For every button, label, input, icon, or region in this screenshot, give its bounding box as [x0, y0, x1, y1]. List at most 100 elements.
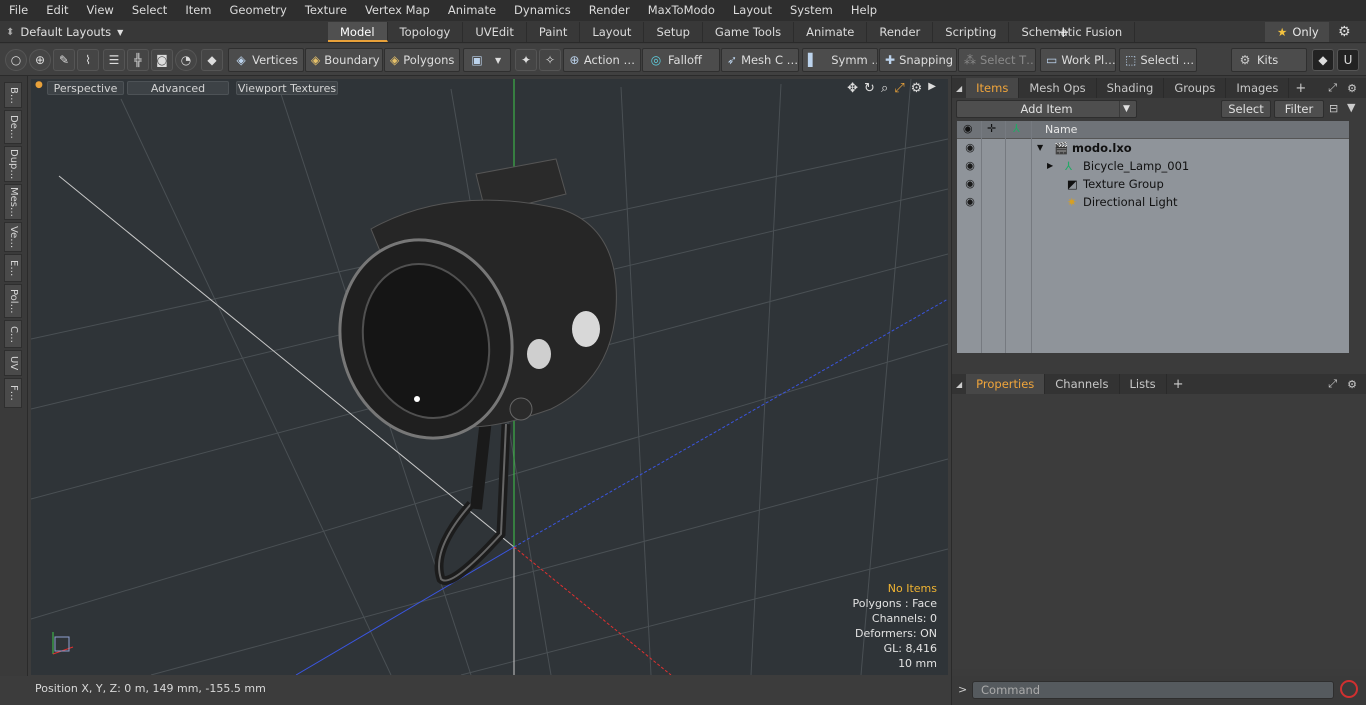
menu-animate[interactable]: Animate	[439, 0, 505, 21]
left-tab-mesh-edit[interactable]: Mes…	[4, 184, 22, 220]
menu-vertex-map[interactable]: Vertex Map	[356, 0, 439, 21]
filter-button[interactable]: Filter	[1274, 100, 1324, 118]
tab-topology[interactable]: Topology	[388, 22, 464, 42]
left-tab-uv[interactable]: UV	[4, 350, 22, 376]
tree-row-light[interactable]: ◉ ✷ Directional Light	[957, 193, 1349, 211]
unreal-icon[interactable]: U	[1337, 49, 1359, 71]
mesh-constraint-button[interactable]: ➶ Mesh C …	[721, 48, 799, 72]
advanced-button[interactable]: Advanced	[127, 81, 229, 95]
add-panel-tab-icon[interactable]: +	[1289, 81, 1312, 96]
tab-render[interactable]: Render	[867, 22, 934, 42]
menu-texture[interactable]: Texture	[296, 0, 356, 21]
eye-icon[interactable]: ◉	[963, 139, 977, 157]
tab-shading[interactable]: Shading	[1097, 78, 1165, 98]
select-button[interactable]: Select	[1221, 100, 1271, 118]
tab-images[interactable]: Images	[1226, 78, 1290, 98]
menu-edit[interactable]: Edit	[37, 0, 77, 21]
tab-lists[interactable]: Lists	[1120, 374, 1167, 394]
record-icon[interactable]	[1340, 680, 1358, 698]
tab-mesh-ops[interactable]: Mesh Ops	[1019, 78, 1097, 98]
hierarchy-icon[interactable]: ☰	[103, 49, 125, 71]
left-tab-vertex[interactable]: Ve…	[4, 222, 22, 252]
expand-icon[interactable]: ⤢	[1328, 81, 1337, 95]
tab-items[interactable]: Items	[966, 78, 1020, 98]
paint-icon[interactable]: ✧	[539, 49, 561, 71]
menu-dynamics[interactable]: Dynamics	[505, 0, 580, 21]
menu-system[interactable]: System	[781, 0, 842, 21]
tab-uvedit[interactable]: UVEdit	[463, 22, 527, 42]
chevron-down-icon[interactable]: ▼	[1037, 139, 1043, 157]
menu-view[interactable]: View	[78, 0, 123, 21]
item-mode-icon[interactable]: ◆	[201, 49, 223, 71]
left-tab-basic[interactable]: B…	[4, 82, 22, 108]
menu-file[interactable]: File	[0, 0, 37, 21]
tab-model[interactable]: Model	[328, 22, 388, 42]
bicycle-lamp-model[interactable]	[318, 158, 617, 585]
panel-gear-icon[interactable]: ⚙	[1347, 378, 1357, 391]
gear-icon[interactable]: ⚙	[1338, 22, 1351, 42]
symmetry-button[interactable]: ▌ Symm …	[802, 48, 878, 72]
tab-game-tools[interactable]: Game Tools	[703, 22, 795, 42]
kits-button[interactable]: ⚙ Kits	[1231, 48, 1307, 72]
name-column-header[interactable]: Name	[1045, 123, 1077, 136]
funnel-icon[interactable]: ▼	[1347, 101, 1355, 114]
falloff-button[interactable]: ◎ Falloff	[642, 48, 720, 72]
play-icon[interactable]: ▶	[928, 81, 936, 96]
command-input[interactable]: Command	[972, 681, 1334, 699]
center-icon[interactable]: ╬	[127, 49, 149, 71]
panel-gear-icon[interactable]: ⚙	[1347, 82, 1357, 95]
tab-groups[interactable]: Groups	[1164, 78, 1227, 98]
move-icon[interactable]: ✥	[847, 81, 858, 96]
snapping-button[interactable]: ✚ Snapping	[879, 48, 957, 72]
add-panel-tab-icon[interactable]: +	[1167, 377, 1190, 392]
menu-layout[interactable]: Layout	[724, 0, 781, 21]
sculpt-icon[interactable]: ✦	[515, 49, 537, 71]
work-plane-button[interactable]: ▭ Work Pl…	[1040, 48, 1116, 72]
menu-render[interactable]: Render	[580, 0, 639, 21]
globe-icon[interactable]: ⊕	[29, 49, 51, 71]
viewport-textures-button[interactable]: Viewport Textures	[236, 81, 338, 95]
action-center-button[interactable]: ⊕ Action …	[563, 48, 641, 72]
tree-row-texture-group[interactable]: ◉ ◩ Texture Group	[957, 175, 1349, 193]
left-tab-deform[interactable]: De…	[4, 110, 22, 144]
perspective-button[interactable]: Perspective	[47, 81, 124, 95]
tree-row-scene[interactable]: ◉ ▼ 🎬 modo.lxo	[957, 139, 1349, 157]
zoom-icon[interactable]: ⌕	[881, 81, 888, 96]
unity-icon[interactable]: ◆	[1312, 49, 1334, 71]
tab-properties[interactable]: Properties	[966, 374, 1046, 394]
vertices-button[interactable]: ◈ Vertices	[228, 48, 304, 72]
only-toggle[interactable]: ★ Only	[1265, 22, 1329, 42]
eye-icon[interactable]: ◉	[963, 193, 977, 211]
maximize-icon[interactable]: ⤢	[894, 81, 904, 96]
layouts-dropdown[interactable]: ⬍ Default Layouts ▼	[6, 24, 123, 40]
menu-select[interactable]: Select	[123, 0, 176, 21]
left-tab-fusion[interactable]: F…	[4, 378, 22, 408]
select-through-button[interactable]: ⁂ Select T…	[958, 48, 1036, 72]
tab-animate[interactable]: Animate	[794, 22, 868, 42]
eye-icon[interactable]: ◉	[963, 175, 977, 193]
eye-icon[interactable]: ◉	[963, 157, 977, 175]
polygons-button[interactable]: ◈ Polygons	[384, 48, 460, 72]
select-circle-icon[interactable]: ○	[5, 49, 27, 71]
material-button[interactable]: ▣ ▼	[463, 48, 511, 72]
menu-geometry[interactable]: Geometry	[221, 0, 296, 21]
tab-setup[interactable]: Setup	[644, 22, 703, 42]
tab-schematic-fusion[interactable]: Schematic Fusion	[1009, 22, 1136, 42]
rotate-icon[interactable]: ↻	[864, 81, 875, 96]
brush-icon[interactable]: ⌇	[77, 49, 99, 71]
left-tab-curve[interactable]: C…	[4, 320, 22, 348]
tree-row-mesh[interactable]: ◉ ▶ ⅄ Bicycle_Lamp_001	[957, 157, 1349, 175]
viewport-gear-icon[interactable]: ⚙	[911, 81, 923, 96]
selection-sets-button[interactable]: ⬚ Selecti …	[1119, 48, 1197, 72]
tab-layout[interactable]: Layout	[580, 22, 645, 42]
left-tab-duplicate[interactable]: Dup…	[4, 146, 22, 182]
menu-help[interactable]: Help	[842, 0, 886, 21]
tab-paint[interactable]: Paint	[527, 22, 581, 42]
left-tab-polygon[interactable]: Pol…	[4, 284, 22, 318]
tab-channels[interactable]: Channels	[1045, 374, 1120, 394]
pivot-icon[interactable]: ◙	[151, 49, 173, 71]
left-tab-edge[interactable]: E…	[4, 254, 22, 282]
expand-icon[interactable]: ⤢	[1328, 377, 1337, 391]
3d-viewport[interactable]: ● Perspective Advanced Viewport Textures…	[31, 79, 948, 675]
menu-item[interactable]: Item	[176, 0, 220, 21]
